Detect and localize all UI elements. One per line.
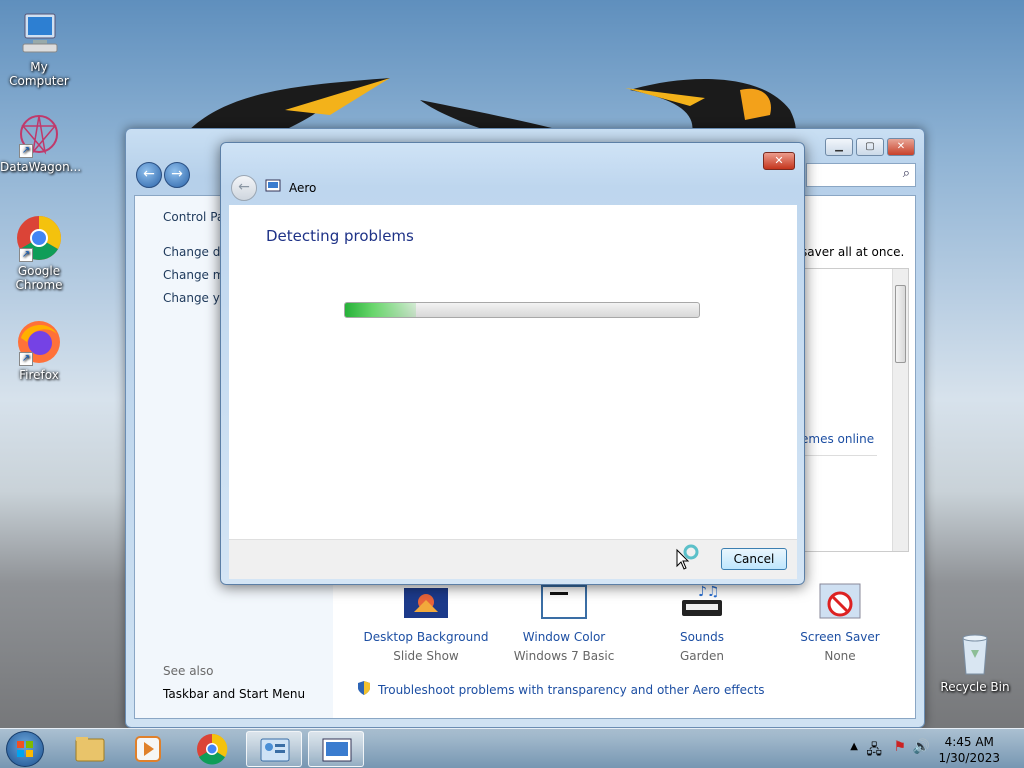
volume-icon[interactable]: 🔊	[913, 739, 930, 755]
minimize-button[interactable]: ▁	[825, 138, 853, 156]
desktop-background-value: Slide Show	[393, 649, 459, 663]
nav-link[interactable]: Change yo	[163, 291, 227, 305]
computer-icon	[15, 10, 63, 58]
themes-scrollbar[interactable]	[892, 269, 908, 551]
shortcut-arrow-icon: ↗	[19, 144, 33, 158]
shortcut-arrow-icon: ↗	[19, 248, 33, 262]
troubleshoot-link[interactable]: Troubleshoot problems with transparency …	[378, 683, 765, 697]
sounds-label: Sounds	[679, 630, 725, 644]
control-panel-icon	[260, 738, 290, 762]
nav-link[interactable]: Change de	[163, 245, 228, 259]
progress-fill	[345, 303, 416, 317]
desktop-icon-label: Google Chrome	[15, 264, 63, 292]
sounds-item[interactable]: ♪♫ Sounds Garden	[632, 582, 772, 663]
get-more-themes-link[interactable]: emes online	[801, 432, 874, 446]
desktop-background-icon	[400, 582, 452, 622]
scrollbar-thumb[interactable]	[895, 285, 906, 363]
chrome-icon	[197, 733, 228, 765]
taskbar-aero-troubleshooter[interactable]	[308, 731, 364, 767]
taskbar-control-panel[interactable]	[246, 731, 302, 767]
desktop-icon-datawagon[interactable]: ↗ DataWagon...	[0, 110, 82, 174]
clock[interactable]: 4:45 AM 1/30/2023	[938, 734, 1000, 766]
window-color-icon	[538, 582, 590, 622]
window-color-label: Window Color	[522, 630, 606, 644]
desktop-icon-my-computer[interactable]: My Computer	[0, 10, 78, 88]
search-icon: ⌕	[902, 166, 910, 181]
sounds-icon: ♪♫	[676, 582, 728, 622]
desktop-icon-label: Recycle Bin	[940, 680, 1010, 694]
start-button[interactable]	[6, 731, 44, 767]
action-center-icon[interactable]: ⚑	[893, 739, 906, 755]
back-button[interactable]: ←	[231, 175, 257, 201]
taskbar-chrome[interactable]	[184, 731, 240, 767]
maximize-button[interactable]: ▢	[856, 138, 884, 156]
busy-cursor-icon	[675, 544, 699, 575]
taskbar: ▲ 🖧 ⚑ 🔊 4:45 AM 1/30/2023	[0, 728, 1024, 768]
show-hidden-icons-icon[interactable]: ▲	[850, 741, 858, 752]
dialog-title-bar: Aero	[265, 179, 316, 196]
network-icon[interactable]: 🖧	[866, 739, 882, 763]
desktop-icon-firefox[interactable]: ↗ Firefox	[0, 318, 78, 382]
taskbar-explorer[interactable]	[62, 731, 118, 767]
recycle-bin-icon	[951, 630, 999, 678]
screen-saver-item[interactable]: Screen Saver None	[770, 582, 910, 663]
desktop-background-label: Desktop Background	[363, 630, 489, 644]
back-button[interactable]: ←	[136, 162, 162, 188]
search-input[interactable]: ⌕	[806, 163, 916, 187]
window-color-value: Windows 7 Basic	[513, 649, 615, 663]
screen-saver-label: Screen Saver	[800, 630, 880, 644]
media-player-icon	[135, 736, 161, 762]
window-color-item[interactable]: Window Color Windows 7 Basic	[494, 582, 634, 663]
folder-icon	[75, 737, 105, 762]
divider	[801, 455, 877, 456]
dialog-footer: Cancel	[229, 539, 797, 579]
shortcut-arrow-icon: ↗	[19, 352, 33, 366]
dialog-body: Detecting problems	[229, 205, 797, 539]
windows-logo-icon	[17, 741, 33, 757]
datawagon-icon: ↗	[15, 110, 63, 158]
troubleshoot-row[interactable]: Troubleshoot problems with transparency …	[356, 680, 765, 699]
screen-saver-icon	[814, 582, 866, 622]
see-also-title: See also	[163, 664, 214, 678]
taskbar-media-player[interactable]	[120, 731, 176, 767]
close-button[interactable]: ✕	[763, 152, 795, 170]
desktop-icon-recycle-bin[interactable]: Recycle Bin	[936, 630, 1014, 694]
progress-bar	[344, 302, 700, 318]
forward-button[interactable]: →	[164, 162, 190, 188]
aero-icon	[265, 179, 281, 196]
desktop-icon-label: DataWagon...	[0, 160, 82, 174]
svg-text:♪♫: ♪♫	[698, 584, 720, 600]
desktop-icon-label: My Computer	[9, 60, 69, 88]
desktop-icon-label: Firefox	[19, 368, 59, 382]
desktop-background-item[interactable]: Desktop Background Slide Show	[356, 582, 496, 663]
screen-saver-value: None	[824, 649, 856, 663]
chrome-icon: ↗	[15, 214, 63, 262]
aero-troubleshooter-dialog: ✕ ← Aero Detecting problems Cancel	[220, 142, 805, 585]
aero-icon	[322, 738, 352, 762]
clock-time: 4:45 AM	[944, 735, 994, 749]
detecting-heading: Detecting problems	[266, 227, 414, 245]
desktop-icon-google-chrome[interactable]: ↗ Google Chrome	[0, 214, 78, 292]
cancel-button[interactable]: Cancel	[721, 548, 787, 570]
close-button[interactable]: ✕	[887, 138, 915, 156]
sounds-value: Garden	[680, 649, 724, 663]
clock-date: 1/30/2023	[938, 751, 1000, 765]
themes-list: emes online	[801, 268, 909, 552]
shield-icon	[356, 680, 372, 699]
window-controls: ▁ ▢ ✕	[825, 138, 915, 156]
firefox-icon: ↗	[15, 318, 63, 366]
dialog-title: Aero	[289, 180, 317, 195]
header-text: saver all at once.	[801, 245, 905, 259]
taskbar-start-menu-link[interactable]: Taskbar and Start Menu	[163, 687, 305, 701]
